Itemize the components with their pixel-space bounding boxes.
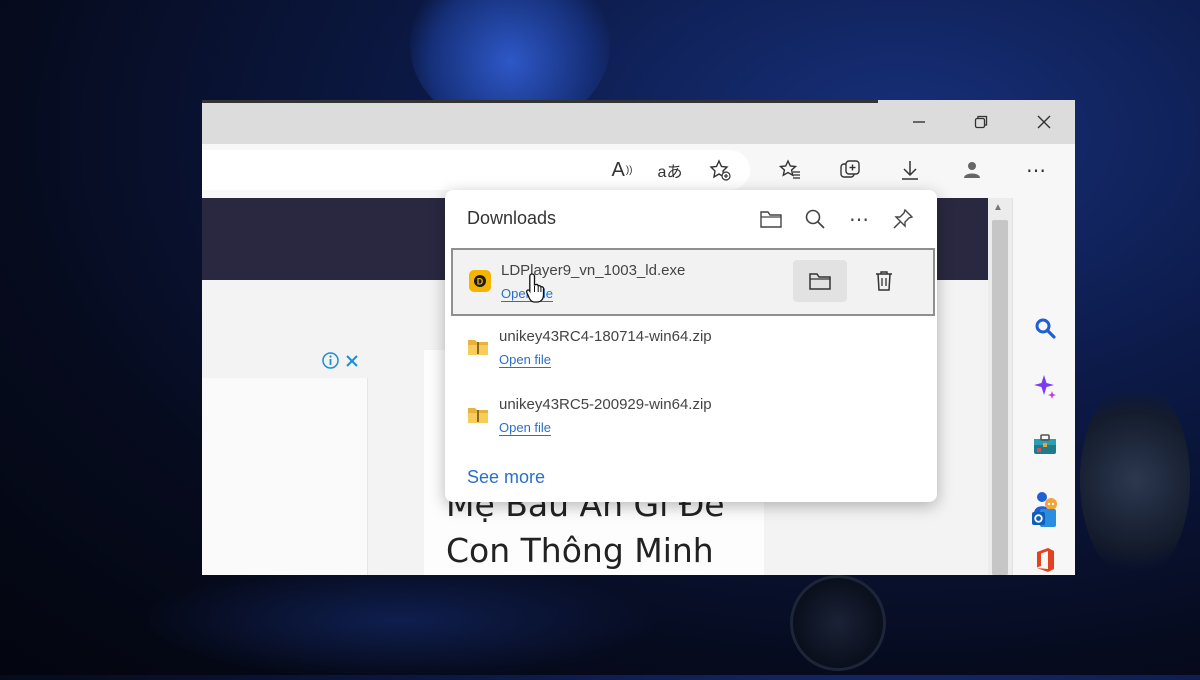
zip-folder-icon <box>468 340 488 355</box>
background-shape <box>1080 380 1190 580</box>
sidebar-search-button[interactable] <box>1031 314 1059 342</box>
favorites-button[interactable] <box>772 152 808 188</box>
office-icon <box>1037 548 1054 572</box>
collections-button[interactable] <box>832 152 868 188</box>
background-shape <box>790 575 886 671</box>
outlook-icon <box>1032 509 1056 527</box>
title-bar <box>202 100 1075 144</box>
downloads-button[interactable] <box>892 152 928 188</box>
translate-button[interactable]: aあ <box>652 152 688 188</box>
ad-close-icon[interactable] <box>345 354 359 368</box>
collections-icon <box>840 160 860 178</box>
more-button[interactable]: ⋯ <box>1018 152 1054 188</box>
page-scrollbar[interactable]: ▲ <box>988 198 1012 575</box>
download-item[interactable]: unikey43RC4-180714-win64.zip Open file <box>451 316 931 380</box>
profile-icon <box>964 162 980 178</box>
sidebar-office-button[interactable] <box>1031 546 1059 574</box>
copilot-icon <box>1034 375 1056 399</box>
delete-button[interactable] <box>857 260 911 302</box>
scroll-thumb[interactable] <box>992 220 1008 575</box>
close-icon <box>1037 115 1051 129</box>
see-more-link[interactable]: See more <box>467 467 545 488</box>
more-options-icon: ⋯ <box>849 208 869 231</box>
ad-frame <box>202 378 368 575</box>
add-favorite-icon <box>709 159 731 181</box>
add-favorite-button[interactable] <box>702 152 738 188</box>
background-shape <box>140 560 660 680</box>
pin-icon <box>893 208 914 229</box>
show-in-folder-icon <box>809 273 831 290</box>
read-aloud-button[interactable]: A)) <box>604 152 640 188</box>
svg-text:D: D <box>477 277 484 287</box>
profile-button[interactable] <box>954 152 990 188</box>
download-item[interactable]: unikey43RC5-200929-win64.zip Open file <box>451 384 931 448</box>
sidebar-copilot-button[interactable] <box>1031 372 1059 400</box>
tools-icon <box>1034 434 1056 454</box>
sidebar-tools-button[interactable] <box>1031 430 1059 458</box>
scroll-up-icon[interactable]: ▲ <box>993 202 1003 213</box>
open-folder-icon <box>760 211 782 228</box>
article-title-line2: Con Thông Minh <box>446 531 714 570</box>
pin-button[interactable] <box>888 204 918 234</box>
search-icon <box>1035 318 1056 339</box>
search-icon <box>805 209 825 229</box>
downloads-title: Downloads <box>467 208 557 228</box>
downloads-icon <box>902 161 918 180</box>
show-in-folder-button[interactable] <box>793 260 847 302</box>
read-aloud-waves: )) <box>625 164 633 176</box>
download-file-name[interactable]: unikey43RC4-180714-win64.zip <box>499 328 712 345</box>
hand-pointer-cursor-icon <box>525 273 545 303</box>
favorites-icon <box>778 159 800 179</box>
translate-icon: aあ <box>657 164 683 181</box>
restore-icon <box>974 115 988 129</box>
ad-controls <box>322 352 359 369</box>
more-icon: ⋯ <box>1026 159 1046 182</box>
download-file-name[interactable]: unikey43RC5-200929-win64.zip <box>499 396 712 413</box>
delete-icon <box>876 271 892 291</box>
ldplayer-app-icon: D <box>469 270 491 292</box>
zip-folder-icon <box>468 408 488 423</box>
search-downloads-button[interactable] <box>800 204 830 234</box>
downloads-panel: Downloads ⋯ D LDPlayer9_vn_1003_ld.exe O… <box>445 190 937 502</box>
open-downloads-folder-button[interactable] <box>756 204 786 234</box>
title-bar-edge <box>202 100 878 103</box>
sidebar-outlook-button[interactable] <box>1030 504 1058 532</box>
close-button[interactable] <box>1021 106 1067 138</box>
more-options-button[interactable]: ⋯ <box>844 204 874 234</box>
read-aloud-icon: A <box>611 158 625 181</box>
open-file-link[interactable]: Open file <box>499 420 552 436</box>
minimize-button[interactable] <box>896 106 942 138</box>
ad-info-icon[interactable] <box>322 352 339 369</box>
open-file-link[interactable]: Open file <box>499 352 552 368</box>
minimize-icon <box>913 121 925 123</box>
download-item[interactable]: D LDPlayer9_vn_1003_ld.exe Open file <box>451 248 935 316</box>
restore-button[interactable] <box>958 106 1004 138</box>
